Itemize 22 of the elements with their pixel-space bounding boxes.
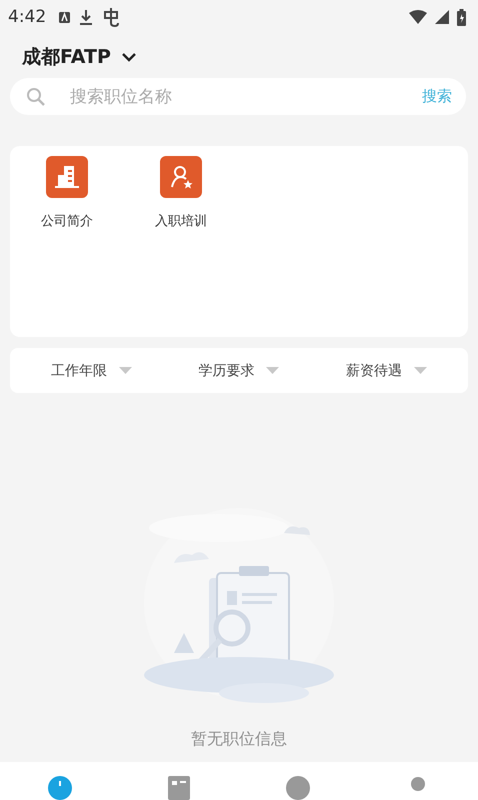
caret-icon (119, 367, 132, 374)
filter-dropdown[interactable]: 工作年限 (51, 362, 132, 380)
battery-icon (457, 8, 466, 26)
home-nav-icon[interactable] (48, 776, 72, 800)
signal-icon (435, 10, 449, 24)
filter-dropdown[interactable]: 薪资待遇 (346, 362, 427, 380)
notification-icon (58, 10, 72, 24)
chevron-down-icon[interactable] (120, 52, 137, 62)
caret-icon (414, 367, 427, 374)
search-icon (26, 86, 46, 106)
shortcut-label[interactable]: 公司简介 (41, 212, 93, 230)
list-nav-icon[interactable] (168, 776, 190, 800)
city-title[interactable]: 成都FATP (22, 44, 111, 70)
status-time: 4:42 (8, 7, 46, 27)
empty-message: 暂无职位信息 (191, 729, 287, 750)
shortcut-label[interactable]: 入职培训 (155, 212, 207, 230)
building-icon[interactable] (46, 156, 88, 198)
wifi-icon (409, 10, 427, 24)
filter-dropdown[interactable]: 学历要求 (198, 362, 280, 380)
caret-icon (266, 367, 280, 374)
download-icon (79, 8, 94, 26)
bug-icon (101, 7, 122, 27)
